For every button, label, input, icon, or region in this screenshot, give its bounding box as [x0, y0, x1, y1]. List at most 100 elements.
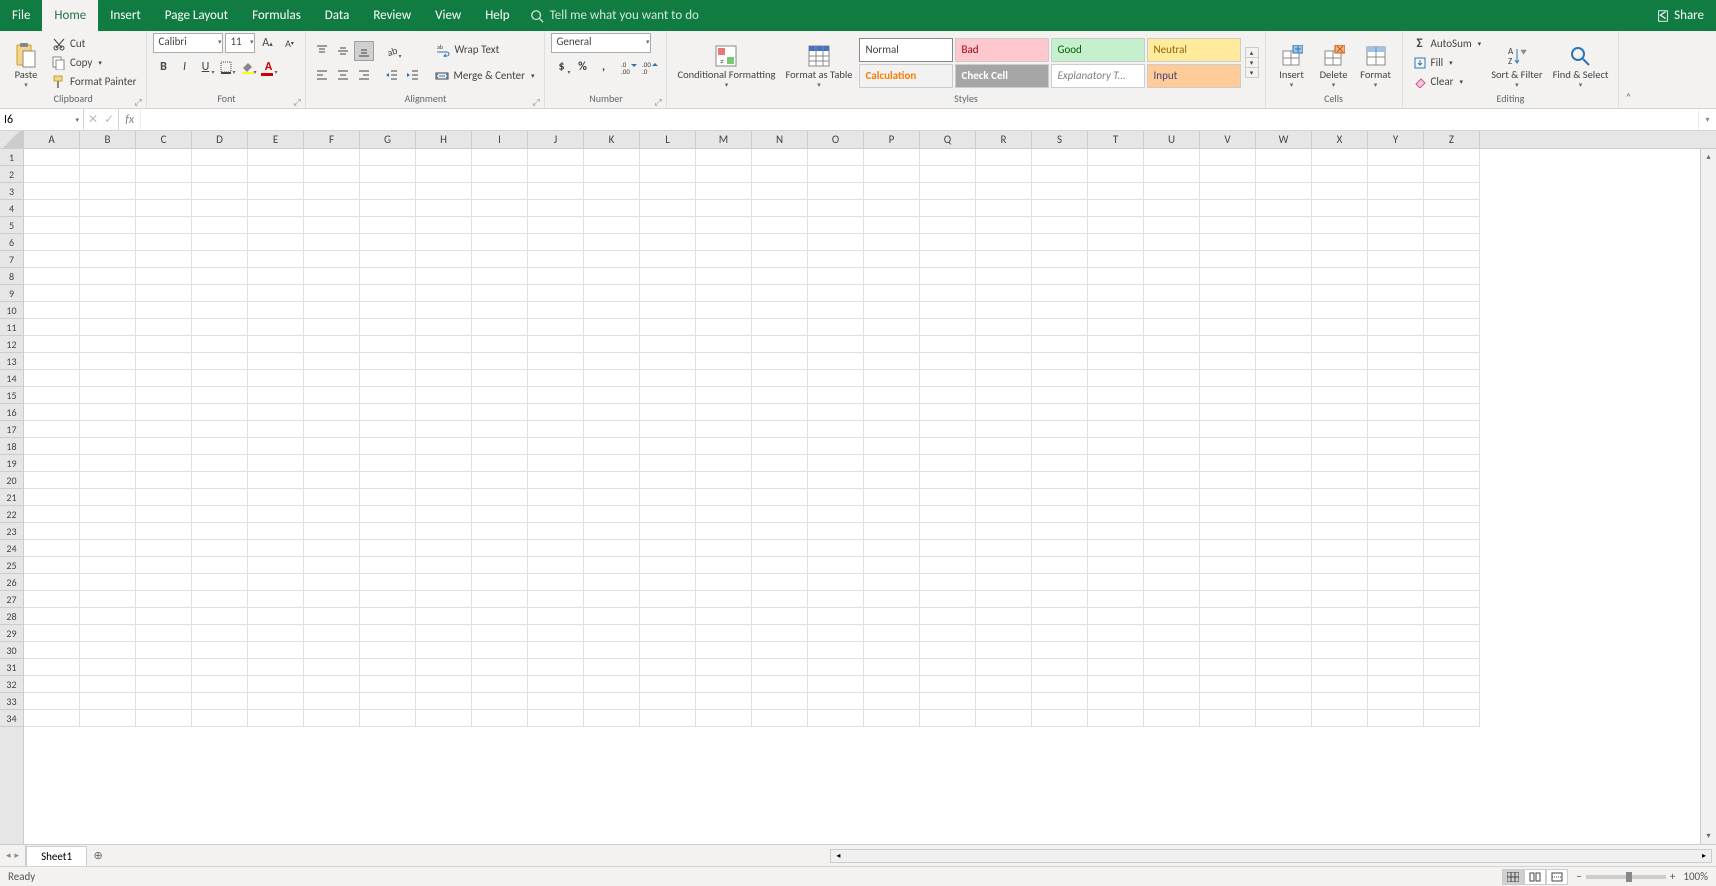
cell[interactable] [1032, 608, 1088, 625]
cell[interactable] [696, 574, 752, 591]
cell[interactable] [920, 268, 976, 285]
cell[interactable] [136, 438, 192, 455]
zoom-slider[interactable]: − + [1576, 870, 1675, 883]
row-header[interactable]: 5 [0, 217, 23, 234]
dialog-launcher-icon[interactable]: ⤢ [134, 97, 144, 107]
row-header[interactable]: 32 [0, 676, 23, 693]
cell[interactable] [248, 557, 304, 574]
cell[interactable] [360, 540, 416, 557]
cell[interactable] [640, 268, 696, 285]
cell[interactable] [752, 557, 808, 574]
cell[interactable] [976, 387, 1032, 404]
cell[interactable] [640, 625, 696, 642]
fx-label[interactable]: fx [119, 109, 141, 130]
cell[interactable] [1424, 421, 1480, 438]
cell[interactable] [360, 574, 416, 591]
comma-format-button[interactable]: , [593, 57, 613, 77]
cell[interactable] [360, 319, 416, 336]
cell[interactable] [1200, 540, 1256, 557]
cell[interactable] [304, 302, 360, 319]
cell[interactable] [360, 642, 416, 659]
cell[interactable] [1200, 455, 1256, 472]
cell[interactable] [80, 319, 136, 336]
cell[interactable] [248, 710, 304, 727]
gallery-up-button[interactable]: ▴ [1246, 48, 1258, 58]
cell[interactable] [584, 506, 640, 523]
cell[interactable] [640, 608, 696, 625]
cell[interactable] [696, 472, 752, 489]
cell[interactable] [696, 489, 752, 506]
cell[interactable] [1032, 676, 1088, 693]
cell[interactable] [24, 285, 80, 302]
cell[interactable] [136, 166, 192, 183]
cell[interactable] [1088, 404, 1144, 421]
cell[interactable] [1032, 234, 1088, 251]
cell[interactable] [976, 557, 1032, 574]
cell[interactable] [80, 608, 136, 625]
cell[interactable] [248, 370, 304, 387]
caret-icon[interactable]: ▾ [75, 115, 79, 124]
cell[interactable] [1032, 370, 1088, 387]
cell[interactable] [1424, 472, 1480, 489]
cell[interactable] [1088, 200, 1144, 217]
cell[interactable] [80, 455, 136, 472]
cell[interactable] [584, 319, 640, 336]
cell[interactable] [920, 319, 976, 336]
cell[interactable] [1368, 608, 1424, 625]
column-header[interactable]: V [1200, 131, 1256, 148]
cell[interactable] [1032, 251, 1088, 268]
cell[interactable] [1032, 302, 1088, 319]
cell[interactable] [24, 608, 80, 625]
cell[interactable] [416, 659, 472, 676]
cell[interactable] [1200, 200, 1256, 217]
cell[interactable] [304, 268, 360, 285]
cell[interactable] [640, 387, 696, 404]
cell[interactable] [1032, 472, 1088, 489]
cell[interactable] [976, 523, 1032, 540]
cell[interactable] [416, 387, 472, 404]
cell[interactable] [1256, 591, 1312, 608]
cell[interactable] [360, 438, 416, 455]
cell[interactable] [24, 421, 80, 438]
cell[interactable] [584, 370, 640, 387]
cell[interactable] [864, 285, 920, 302]
cell[interactable] [1200, 557, 1256, 574]
cell[interactable] [976, 200, 1032, 217]
cell[interactable] [920, 693, 976, 710]
cell[interactable] [640, 353, 696, 370]
cell[interactable] [976, 472, 1032, 489]
row-header[interactable]: 2 [0, 166, 23, 183]
cell[interactable] [136, 455, 192, 472]
cell[interactable] [808, 506, 864, 523]
column-header[interactable]: B [80, 131, 136, 148]
cell[interactable] [808, 591, 864, 608]
cell[interactable] [192, 387, 248, 404]
cell[interactable] [1032, 625, 1088, 642]
cell[interactable] [80, 183, 136, 200]
cell[interactable] [864, 591, 920, 608]
cell[interactable] [808, 472, 864, 489]
cell[interactable] [1256, 234, 1312, 251]
cell[interactable] [528, 693, 584, 710]
cell[interactable] [976, 370, 1032, 387]
cell[interactable] [976, 404, 1032, 421]
cell[interactable] [1088, 693, 1144, 710]
cell[interactable] [1144, 642, 1200, 659]
cell[interactable] [1424, 540, 1480, 557]
cell[interactable] [304, 285, 360, 302]
column-header[interactable]: G [360, 131, 416, 148]
cell[interactable] [80, 625, 136, 642]
cell[interactable] [920, 659, 976, 676]
cell[interactable] [528, 421, 584, 438]
cell[interactable] [304, 455, 360, 472]
gallery-more-button[interactable]: ▾ [1246, 68, 1258, 77]
cell[interactable] [976, 506, 1032, 523]
cell[interactable] [248, 251, 304, 268]
cell[interactable] [1144, 591, 1200, 608]
cell[interactable] [80, 438, 136, 455]
cells-area[interactable] [24, 149, 1700, 844]
cell[interactable] [752, 404, 808, 421]
cell[interactable] [1424, 353, 1480, 370]
cell[interactable] [584, 149, 640, 166]
cell[interactable] [1144, 710, 1200, 727]
